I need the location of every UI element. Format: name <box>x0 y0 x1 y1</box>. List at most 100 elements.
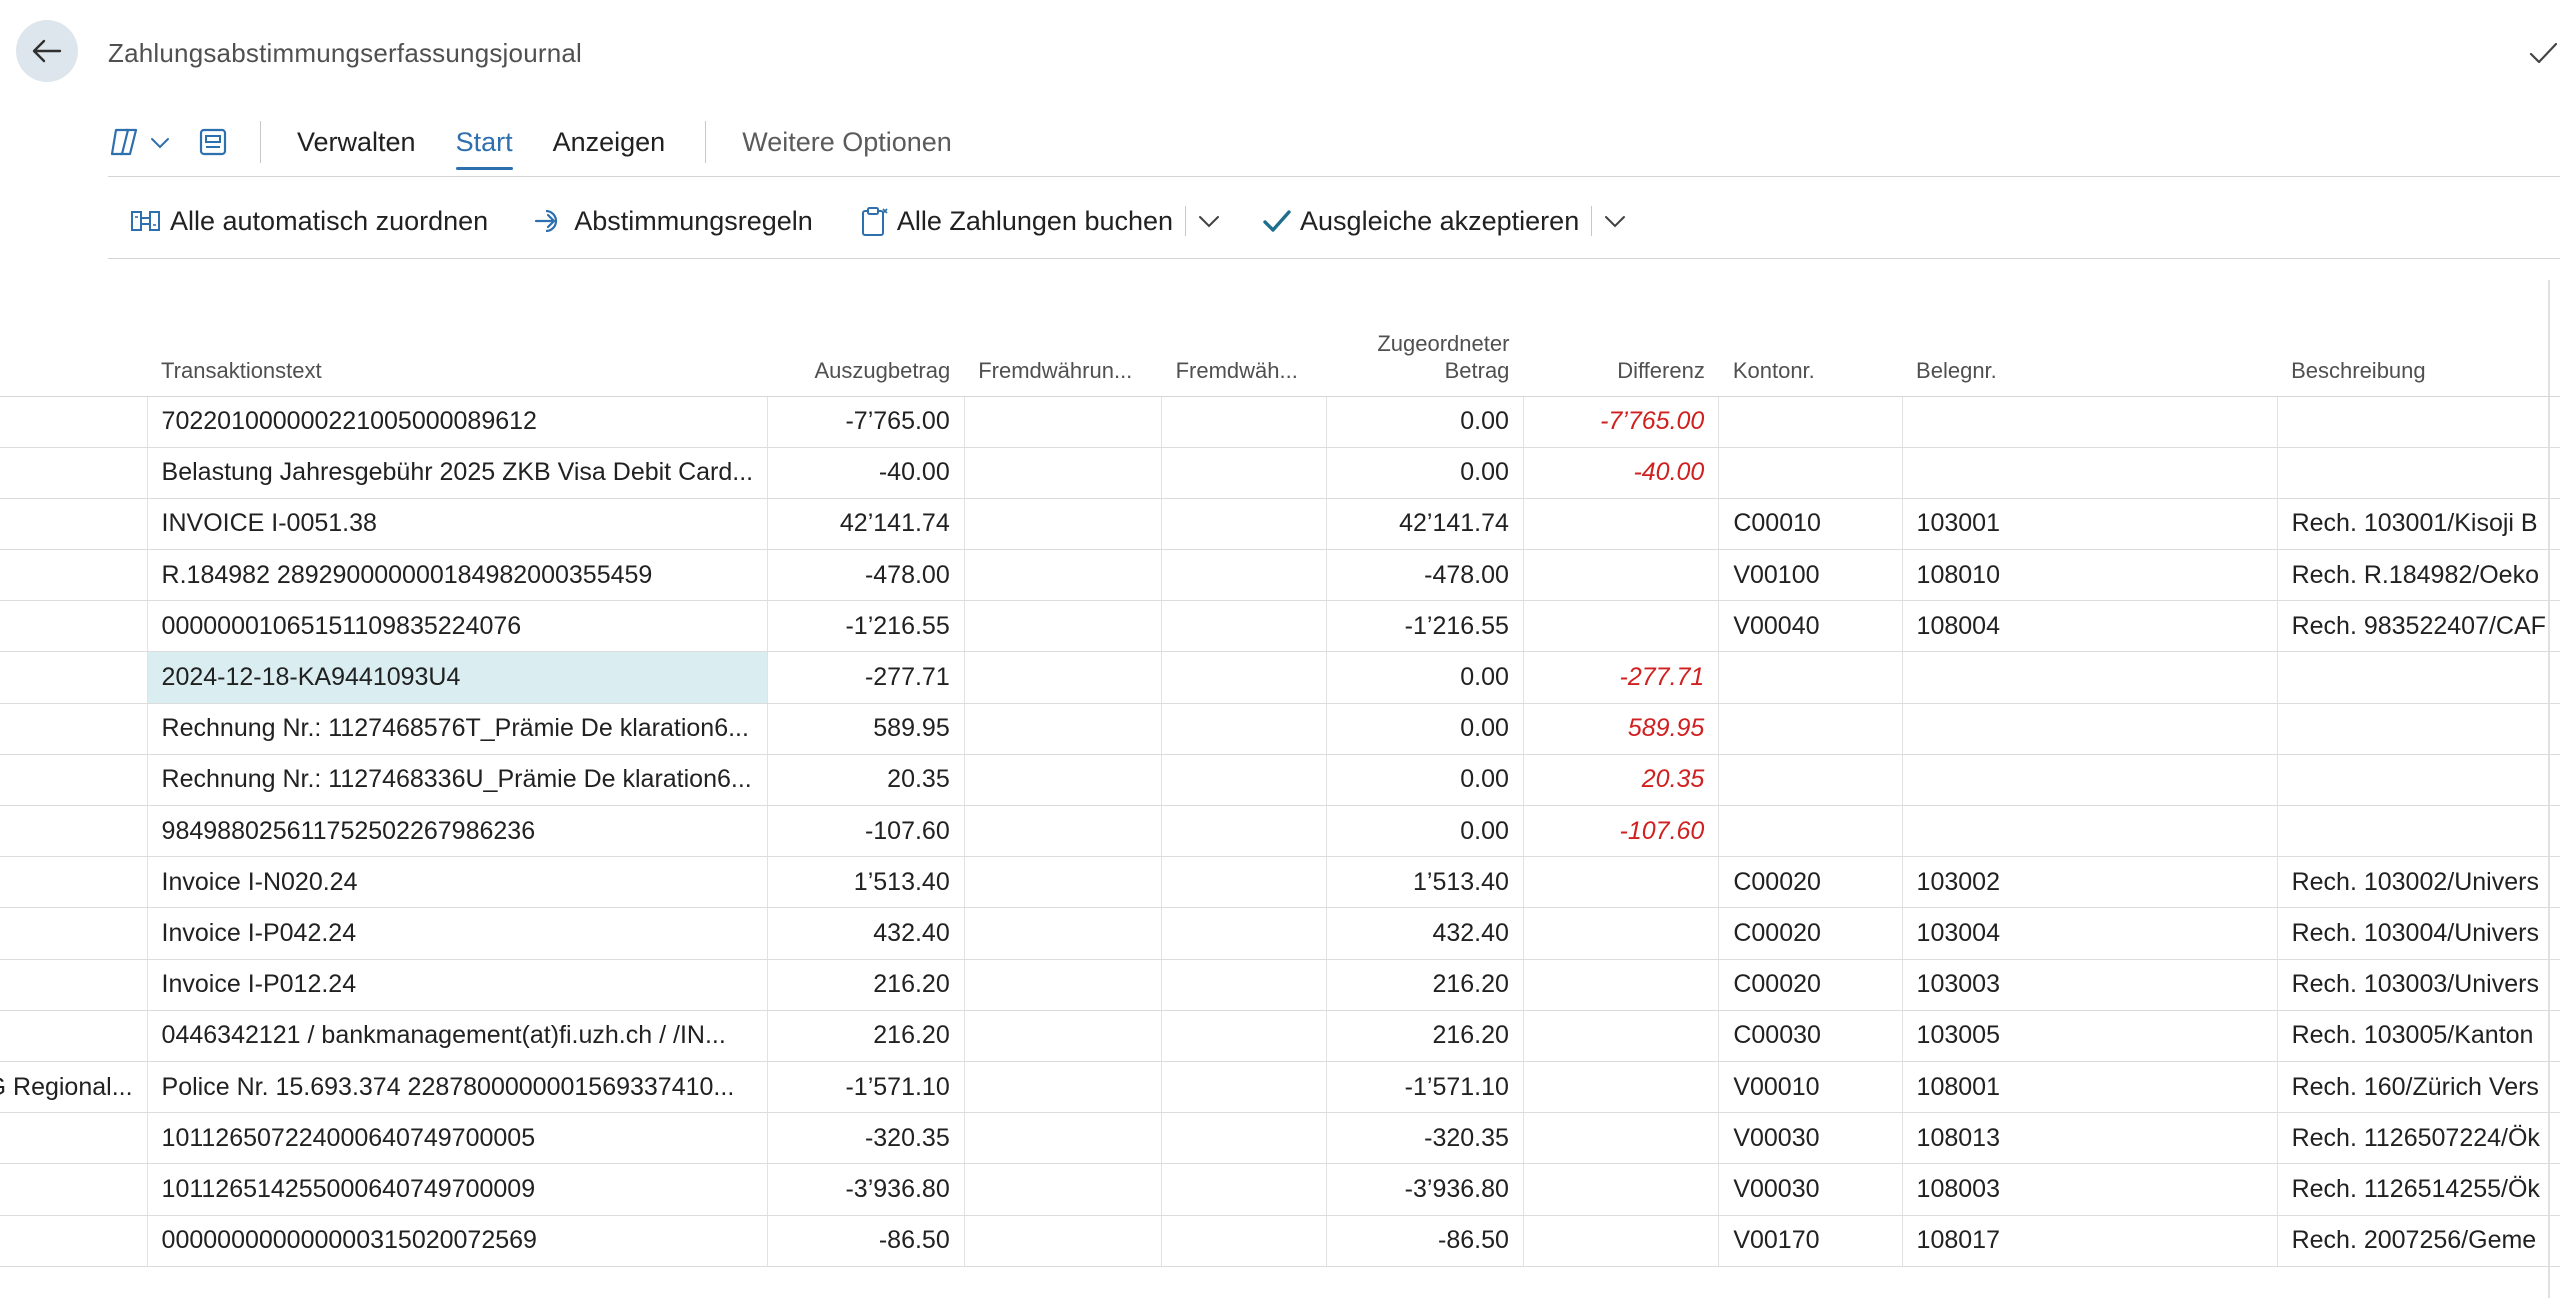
cell-fx2[interactable] <box>1161 907 1327 960</box>
table-row[interactable]: R.184982 289290000000184982000355459 -478… <box>0 549 2560 602</box>
cell-amount[interactable]: -107.60 <box>767 805 965 858</box>
cell-applied[interactable]: 216.20 <box>1326 1010 1524 1062</box>
cell-amount[interactable]: 589.95 <box>767 703 965 755</box>
cell-doc[interactable]: 103005 <box>1901 1010 2278 1062</box>
cell-fx2[interactable] <box>1161 549 1327 602</box>
cell-text[interactable]: 101126514255000640749700009 <box>146 1163 768 1216</box>
table-row[interactable]: 000000000000000315020072569 -86.50 -86.50 V… <box>0 1215 2560 1267</box>
table-row[interactable]: Invoice I-P012.24 216.20 216.20 C00020 10300… <box>0 959 2560 1011</box>
cell-diff[interactable]: -107.60 <box>1522 805 1719 858</box>
cell-applied[interactable]: -86.50 <box>1326 1215 1524 1267</box>
cell-desc[interactable] <box>2276 805 2560 858</box>
cell-diff[interactable] <box>1522 498 1719 551</box>
cell-account[interactable] <box>1718 805 1903 858</box>
cell-account[interactable]: V00030 <box>1718 1112 1903 1165</box>
cell-fx1[interactable] <box>963 498 1162 551</box>
accept-options-dropdown[interactable] <box>1602 210 1628 232</box>
column-header[interactable]: Zugeordneter Betrag <box>1326 320 1524 397</box>
cell-account[interactable]: C00030 <box>1718 1010 1903 1062</box>
cell-doc[interactable] <box>1901 703 2278 755</box>
cell-partner[interactable] <box>0 549 148 602</box>
cell-account[interactable] <box>1718 703 1903 755</box>
cell-amount[interactable]: 432.40 <box>767 907 965 960</box>
cell-partner[interactable] <box>0 1163 148 1216</box>
cell-text[interactable]: 0446342121 / bankmanagement(at)fi.uzh.ch… <box>146 1010 768 1062</box>
cell-fx1[interactable] <box>963 1163 1162 1216</box>
cell-doc[interactable]: 103001 <box>1901 498 2278 551</box>
cell-account[interactable]: V00010 <box>1718 1061 1903 1114</box>
table-row[interactable]: 101126514255000640749700009 -3’936.80 -3’9… <box>0 1163 2560 1216</box>
cell-fx2[interactable] <box>1161 1010 1327 1062</box>
cell-account[interactable] <box>1718 447 1903 499</box>
cell-amount[interactable]: 216.20 <box>767 1010 965 1062</box>
cell-fx2[interactable] <box>1161 498 1327 551</box>
cell-desc[interactable]: Rech. 983522407/CAF <box>2276 600 2560 653</box>
cell-desc[interactable]: Rech. 103002/Univers <box>2276 856 2560 909</box>
cell-text[interactable]: INVOICE I-0051.38 <box>146 498 768 551</box>
tab-start[interactable]: Start <box>455 121 513 170</box>
cell-fx2[interactable] <box>1161 1163 1327 1216</box>
cell-doc[interactable]: 103002 <box>1901 856 2278 909</box>
cell-fx1[interactable] <box>963 600 1162 653</box>
cell-doc[interactable]: 108017 <box>1901 1215 2278 1267</box>
cell-diff[interactable] <box>1522 907 1719 960</box>
cell-fx2[interactable] <box>1161 600 1327 653</box>
table-row[interactable]: 000000010651511098352240​76 -1’216.55 -1’2… <box>0 600 2560 653</box>
cell-text[interactable]: Police Nr. 15.693.374 228780000000156933… <box>146 1061 768 1114</box>
cell-text[interactable]: Invoice I-P012.24 <box>146 959 768 1011</box>
cell-account[interactable] <box>1718 651 1903 704</box>
cell-text[interactable]: 702201000000221005000089612 <box>146 396 768 448</box>
column-header[interactable]: Differenz <box>1523 320 1719 397</box>
tab-verwalten[interactable]: Verwalten <box>297 121 416 164</box>
cell-fx2[interactable] <box>1161 856 1327 909</box>
cell-fx1[interactable] <box>963 1061 1162 1114</box>
back-button[interactable] <box>16 20 78 82</box>
cell-diff[interactable] <box>1522 856 1719 909</box>
post-options-dropdown[interactable] <box>1196 210 1222 232</box>
cell-fx2[interactable] <box>1161 651 1327 704</box>
cell-doc[interactable]: 108003 <box>1901 1163 2278 1216</box>
cell-doc[interactable]: 108013 <box>1901 1112 2278 1165</box>
cell-doc[interactable]: 108001 <box>1901 1061 2278 1114</box>
cell-account[interactable]: C00020 <box>1718 856 1903 909</box>
cell-fx2[interactable] <box>1161 1215 1327 1267</box>
cell-partner[interactable] <box>0 1215 148 1267</box>
cell-desc[interactable]: Rech. 2007256/Geme <box>2276 1215 2560 1267</box>
table-row[interactable]: 702201000000221005000089612 -7’765.00 0.00… <box>0 396 2560 448</box>
cell-partner[interactable] <box>0 856 148 909</box>
cell-partner[interactable] <box>0 754 148 807</box>
cell-fx2[interactable] <box>1161 703 1327 755</box>
cell-desc[interactable]: Rech. 103004/Univers <box>2276 907 2560 960</box>
cell-fx1[interactable] <box>963 549 1162 602</box>
cell-fx2[interactable] <box>1161 805 1327 858</box>
cell-text[interactable]: 984988025611752502267986236 <box>146 805 768 858</box>
tab-anzeigen[interactable]: Anzeigen <box>553 121 666 164</box>
cell-text[interactable]: R.184982 289290000000184982000355459 <box>146 549 768 602</box>
cell-partner[interactable] <box>0 1010 148 1062</box>
table-row[interactable]: Invoice I-N020.24 1’513.40 1’513.40 C00020 1… <box>0 856 2560 909</box>
cell-partner[interactable] <box>0 447 148 499</box>
cell-account[interactable] <box>1718 754 1903 807</box>
cell-fx1[interactable] <box>963 703 1162 755</box>
cell-desc[interactable]: Rech. 103005/Kanton <box>2276 1010 2560 1062</box>
cell-diff[interactable] <box>1522 1010 1719 1062</box>
cell-fx1[interactable] <box>963 1010 1162 1062</box>
cell-applied[interactable]: -1’216.55 <box>1326 600 1524 653</box>
cell-applied[interactable]: 0.00 <box>1326 754 1524 807</box>
table-row[interactable]: Rechnung Nr.: 1127468336U_Prämie De klar… <box>0 754 2560 807</box>
more-options-button[interactable]: Weitere Optionen <box>742 121 952 164</box>
cell-applied[interactable]: -1’571.10 <box>1326 1061 1524 1114</box>
cell-diff[interactable] <box>1522 549 1719 602</box>
cell-applied[interactable]: -320.35 <box>1326 1112 1524 1165</box>
column-header[interactable] <box>0 320 148 397</box>
match-rules-button[interactable]: Abstimmungsregeln <box>534 206 813 237</box>
cell-doc[interactable]: 103003 <box>1901 959 2278 1011</box>
cell-amount[interactable]: -7’765.00 <box>767 396 965 448</box>
cell-partner[interactable] <box>0 396 148 448</box>
cell-diff[interactable] <box>1522 1112 1719 1165</box>
cell-account[interactable]: C00010 <box>1718 498 1903 551</box>
cell-desc[interactable]: Rech. 103003/Univers <box>2276 959 2560 1011</box>
table-row[interactable]: Belastung Jahresgebühr 2025 ZKB Visa Deb… <box>0 447 2560 499</box>
cell-account[interactable]: C00020 <box>1718 959 1903 1011</box>
cell-fx1[interactable] <box>963 1112 1162 1165</box>
